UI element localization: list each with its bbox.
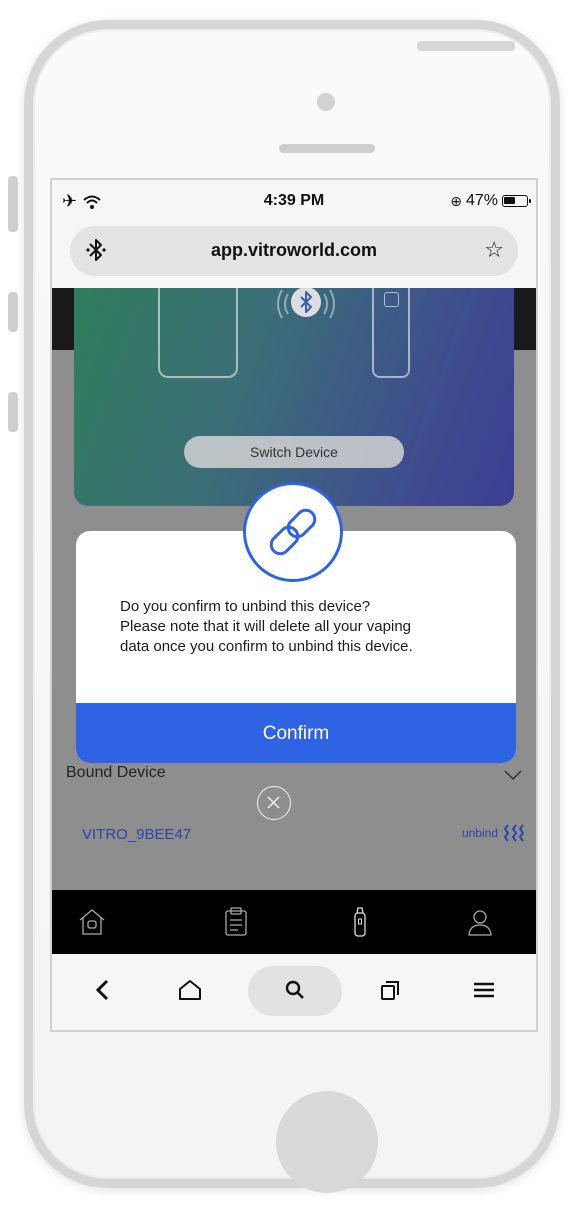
home-icon bbox=[179, 980, 201, 1000]
status-bar: ✈ 4:39 PM ⊕ 47% bbox=[52, 180, 536, 222]
back-button[interactable] bbox=[82, 970, 122, 1010]
profile-icon[interactable] bbox=[464, 906, 496, 938]
browser-address-area: app.vitroworld.com ☆ bbox=[52, 222, 536, 288]
search-icon bbox=[285, 980, 304, 999]
device-hero-card: Switch Device bbox=[74, 288, 514, 506]
bluetooth-signal-icon bbox=[277, 288, 335, 319]
unbind-link-icon[interactable] bbox=[504, 824, 524, 842]
tabs-icon bbox=[381, 981, 399, 1000]
menu-button[interactable] bbox=[464, 970, 504, 1010]
status-right-icons: ⊕ 47% bbox=[450, 192, 531, 210]
front-camera bbox=[317, 93, 335, 111]
browser-toolbar bbox=[52, 954, 536, 1030]
volume-down-button bbox=[8, 392, 18, 432]
search-button-icon-wrap[interactable] bbox=[275, 970, 315, 1010]
clipboard-icon[interactable] bbox=[220, 906, 252, 938]
dialog-message-line: Please note that it will delete all your… bbox=[120, 618, 412, 635]
link-badge bbox=[243, 482, 343, 582]
tabs-button[interactable] bbox=[370, 970, 410, 1010]
address-bar[interactable]: app.vitroworld.com ☆ bbox=[70, 226, 518, 276]
device-icon[interactable] bbox=[344, 906, 376, 938]
vape-device-illustration bbox=[372, 288, 410, 378]
star-icon[interactable]: ☆ bbox=[484, 237, 504, 263]
url-text[interactable]: app.vitroworld.com bbox=[70, 240, 518, 261]
mute-switch bbox=[8, 176, 18, 232]
menu-icon bbox=[474, 982, 494, 998]
dialog-message-line: data once you confirm to unbind this dev… bbox=[120, 638, 413, 655]
battery-percent: 47% bbox=[465, 192, 498, 209]
power-button bbox=[417, 41, 515, 51]
switch-device-button[interactable]: Switch Device bbox=[184, 436, 404, 468]
earpiece-speaker bbox=[279, 144, 375, 153]
app-bottom-nav bbox=[52, 890, 536, 954]
phone-illustration bbox=[158, 288, 238, 378]
home-icon[interactable] bbox=[76, 906, 108, 938]
phone-screen: ✈ 4:39 PM ⊕ 47% app.vitroworld.com ☆ Swi… bbox=[50, 178, 538, 1032]
unbind-label[interactable]: unbind bbox=[462, 826, 498, 840]
volume-up-button bbox=[8, 292, 18, 332]
device-name: VITRO_9BEE47 bbox=[82, 826, 192, 843]
dialog-message-line: Do you confirm to unbind this device? bbox=[120, 598, 371, 615]
chevron-down-icon[interactable] bbox=[504, 770, 522, 780]
link-icon bbox=[269, 508, 317, 556]
battery-icon bbox=[502, 195, 531, 207]
confirm-button[interactable]: Confirm bbox=[76, 703, 516, 763]
bound-device-label: Bound Device bbox=[66, 764, 166, 781]
orientation-lock-icon: ⊕ bbox=[450, 192, 462, 209]
close-dialog-button[interactable] bbox=[257, 786, 291, 820]
back-icon bbox=[95, 979, 109, 1001]
unbind-button[interactable]: unbind bbox=[462, 824, 524, 842]
screenshot-stage: ✈ 4:39 PM ⊕ 47% app.vitroworld.com ☆ Swi… bbox=[0, 0, 578, 1205]
home-button[interactable] bbox=[276, 1091, 378, 1193]
close-icon bbox=[267, 796, 280, 809]
browser-home-button[interactable] bbox=[170, 970, 210, 1010]
dialog-message: Do you confirm to unbind this device? Pl… bbox=[120, 597, 490, 657]
